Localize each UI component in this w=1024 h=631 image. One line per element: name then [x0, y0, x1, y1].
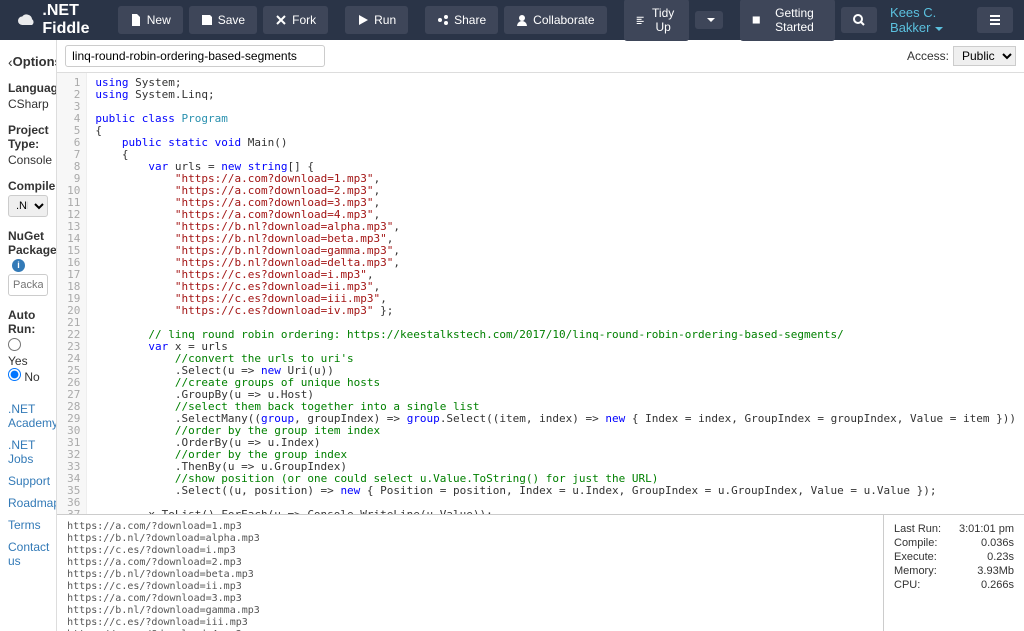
- fork-icon: [275, 14, 287, 26]
- share-button[interactable]: Share: [425, 6, 498, 34]
- sidebar-link[interactable]: Contact us: [8, 536, 48, 572]
- code-editor[interactable]: 1234567891011121314151617181920212223242…: [57, 73, 1024, 515]
- user-menu[interactable]: Kees C. Bakker: [880, 5, 974, 35]
- brand-text: .NET Fiddle: [42, 2, 104, 38]
- tidy-dropdown[interactable]: [695, 11, 723, 29]
- new-button[interactable]: New: [118, 6, 183, 34]
- file-icon: [130, 14, 142, 26]
- sidebar-links: .NET Academy.NET JobsSupportRoadmapTerms…: [8, 398, 48, 572]
- options-title: Options: [13, 54, 57, 69]
- project-type-value: Console: [8, 153, 48, 167]
- language-value: CSharp: [8, 97, 48, 111]
- play-icon: [357, 14, 369, 26]
- user-icon: [516, 14, 528, 26]
- getting-started-button[interactable]: Getting Started: [740, 0, 835, 41]
- caret-down-icon: [935, 27, 943, 31]
- sidebar-link[interactable]: Support: [8, 470, 48, 492]
- sidebar: ‹ Options ✎ Language: CSharp Project Typ…: [0, 40, 57, 631]
- menu-button[interactable]: [977, 7, 1013, 33]
- access-select[interactable]: Public: [953, 46, 1016, 66]
- language-label: Language:: [8, 81, 48, 95]
- project-type-label: Project Type:: [8, 123, 48, 151]
- autorun-label: Auto Run:: [8, 308, 48, 336]
- info-icon[interactable]: i: [12, 259, 25, 272]
- search-icon: [853, 14, 865, 26]
- book-icon: [752, 14, 761, 26]
- save-icon: [201, 14, 213, 26]
- share-icon: [437, 14, 449, 26]
- fork-button[interactable]: Fork: [263, 6, 328, 34]
- cloud-icon: [18, 13, 36, 27]
- align-icon: [636, 14, 644, 26]
- hamburger-icon: [989, 14, 1001, 26]
- line-gutter: 1234567891011121314151617181920212223242…: [57, 73, 87, 514]
- code-area[interactable]: using System;using System.Linq; public c…: [87, 73, 1024, 514]
- sidebar-link[interactable]: Roadmap: [8, 492, 48, 514]
- compiler-label: Compiler:: [8, 179, 48, 193]
- compiler-select[interactable]: .NET Core 2.2: [8, 195, 48, 217]
- sidebar-link[interactable]: .NET Jobs: [8, 434, 48, 470]
- output-panel: https://a.com/?download=1.mp3 https://b.…: [57, 515, 884, 631]
- run-button[interactable]: Run: [345, 6, 408, 34]
- search-button[interactable]: [841, 7, 877, 33]
- tidy-button[interactable]: Tidy Up: [624, 0, 690, 41]
- nuget-input[interactable]: [8, 274, 48, 296]
- fiddle-title-input[interactable]: [65, 45, 325, 67]
- stats-panel: Last Run:3:01:01 pm Compile:0.036s Execu…: [884, 515, 1024, 631]
- autorun-yes[interactable]: Yes: [8, 340, 28, 368]
- save-button[interactable]: Save: [189, 6, 257, 34]
- caret-down-icon: [707, 18, 715, 22]
- nuget-label: NuGet Packages:i: [8, 229, 48, 272]
- access-label: Access:: [907, 49, 949, 63]
- logo[interactable]: .NET Fiddle: [8, 2, 115, 38]
- navbar: .NET Fiddle New Save Fork Run Share Coll…: [0, 0, 1024, 40]
- sidebar-link[interactable]: .NET Academy: [8, 398, 48, 434]
- collaborate-button[interactable]: Collaborate: [504, 6, 606, 34]
- autorun-no[interactable]: No: [8, 370, 40, 384]
- sidebar-link[interactable]: Terms: [8, 514, 48, 536]
